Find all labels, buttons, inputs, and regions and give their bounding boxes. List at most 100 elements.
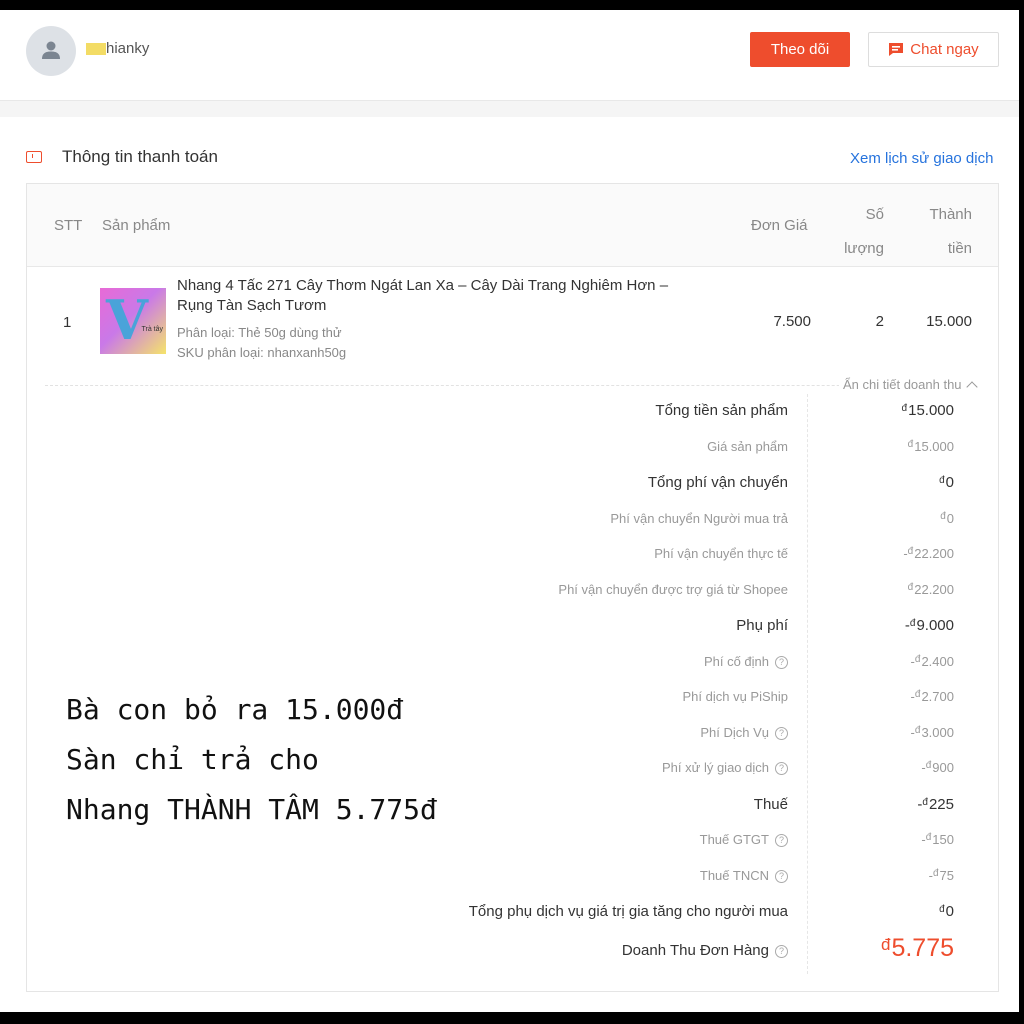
actual-shipping-fee-value: -đ22.200 [903,546,954,561]
section-divider [0,101,1019,117]
value-added-service-fee-value: đ0 [939,903,954,920]
section-title: Thông tin thanh toán [62,147,218,166]
piship-fee-label-text: Phí dịch vụ PiShip [682,689,788,704]
avatar[interactable] [26,26,76,76]
currency-symbol: đ [922,797,928,808]
transaction-history-link[interactable]: Xem lịch sử giao dịch [850,150,993,167]
currency-symbol: đ [914,654,921,665]
total-product-amount-value: đ15.000 [902,402,954,419]
currency-symbol: đ [901,403,908,414]
help-icon[interactable]: ? [775,870,788,883]
shipping-fee-buyer-paid-label-text: Phí vận chuyển Người mua trả [610,511,788,526]
follow-button[interactable]: Theo dõi [750,32,850,67]
username[interactable]: hianky [86,40,149,57]
value-amount: 5.775 [891,934,954,962]
shipping-fee-buyer-paid-value: đ0 [940,511,954,526]
actual-shipping-fee-label: Phí vận chuyển thực tế [654,546,788,561]
value-amount: 0 [945,474,954,491]
fixed-fee-label: Phí cố định? [704,654,788,669]
surcharges-value: -đ9.000 [905,617,954,634]
shipping-subsidy-label: Phí vận chuyển được trợ giá từ Shopee [558,582,788,597]
help-icon[interactable]: ? [775,945,788,958]
tax-label-text: Thuế [753,796,788,813]
username-mask [86,43,106,56]
shipping-subsidy-label-text: Phí vận chuyển được trợ giá từ Shopee [558,582,788,597]
currency-symbol: đ [907,582,914,593]
value-amount: 0 [946,511,954,526]
payment-table: STT Sản phẩm Đơn Giá Số lượng Thành tiền… [26,183,999,992]
value-amount: 0 [945,903,954,920]
value-amount: 2.400 [921,654,954,669]
chat-label: Chat ngay [910,41,979,58]
currency-symbol: đ [914,725,921,736]
currency-symbol: đ [914,689,921,700]
currency-symbol: đ [939,475,945,486]
total-shipping-fee-label: Tổng phí vận chuyển [648,474,788,491]
currency-symbol: đ [939,904,945,915]
currency-symbol: đ [909,618,916,629]
surcharges-label-text: Phụ phí [736,617,788,634]
fixed-fee-label-text: Phí cố định [703,654,769,669]
value-amount: 22.200 [914,546,954,561]
tax-value: -đ225 [917,796,954,813]
personal-income-tax-value: -đ75 [929,868,954,883]
currency-symbol: đ [932,868,939,879]
page-frame: hianky Theo dõi Chat ngay Thông tin than… [0,10,1019,1012]
shipping-fee-buyer-paid-label: Phí vận chuyển Người mua trả [610,511,788,526]
order-revenue-label: Doanh Thu Đơn Hàng? [622,942,788,959]
total-shipping-fee-value: đ0 [939,474,954,491]
value-amount: 150 [932,832,954,847]
value-amount: 9.000 [916,617,954,634]
transaction-fee-label: Phí xử lý giao dịch? [662,760,788,775]
vat-label-text: Thuế GTGT [699,832,769,847]
total-product-amount-label: Tổng tiền sản phẩm [655,402,788,419]
shipping-subsidy-value: đ22.200 [908,582,954,597]
revenue-breakdown: Tổng tiền sản phẩm đ15.000 Giá sản phẩm đ15… [27,184,998,993]
shop-header: hianky Theo dõi Chat ngay [0,10,1019,101]
overlay-line-2: Sàn chỉ trả cho [66,743,319,776]
currency-symbol: đ [925,832,932,843]
fixed-fee-value: -đ2.400 [911,654,954,669]
vat-value: -đ150 [921,832,954,847]
service-fee-label: Phí Dịch Vụ? [700,725,788,740]
order-revenue-value: đ5.775 [881,934,954,963]
value-amount: 22.200 [914,582,954,597]
currency-symbol: đ [907,439,914,450]
help-icon[interactable]: ? [775,656,788,669]
actual-shipping-fee-label-text: Phí vận chuyển thực tế [654,546,788,561]
help-icon[interactable]: ? [775,834,788,847]
vat-label: Thuế GTGT? [700,832,788,847]
piship-fee-label: Phí dịch vụ PiShip [682,689,788,704]
currency-symbol: đ [925,760,932,771]
product-price-value: đ15.000 [908,439,954,454]
chat-button[interactable]: Chat ngay [868,32,999,67]
order-revenue-label-text: Doanh Thu Đơn Hàng [621,942,769,959]
transaction-fee-label-text: Phí xử lý giao dịch [662,760,769,775]
username-text: hianky [106,40,150,57]
help-icon[interactable]: ? [775,762,788,775]
value-amount: 3.000 [921,725,954,740]
currency-symbol: đ [940,511,946,522]
value-amount: 15.000 [914,439,954,454]
product-price-label: Giá sản phẩm [707,439,788,454]
tax-label: Thuế [754,796,788,813]
value-amount: 75 [939,868,954,883]
currency-symbol: đ [880,935,891,954]
total-product-amount-label-text: Tổng tiền sản phẩm [655,402,788,419]
personal-income-tax-label: Thuế TNCN? [700,868,788,883]
chat-icon [889,43,904,56]
piship-fee-value: -đ2.700 [911,689,954,704]
personal-income-tax-label-text: Thuế TNCN [699,868,769,883]
user-icon [42,41,60,59]
service-fee-label-text: Phí Dịch Vụ [700,725,769,740]
value-amount: 900 [932,760,954,775]
help-icon[interactable]: ? [775,727,788,740]
payment-icon [26,151,42,163]
surcharges-label: Phụ phí [736,617,788,634]
value-amount: 15.000 [908,402,954,419]
value-amount: 225 [928,796,954,813]
overlay-line-3: Nhang THÀNH TÂM 5.775đ [66,793,437,826]
service-fee-value: -đ3.000 [911,725,954,740]
currency-symbol: đ [907,546,914,557]
overlay-line-1: Bà con bỏ ra 15.000đ [66,693,404,726]
